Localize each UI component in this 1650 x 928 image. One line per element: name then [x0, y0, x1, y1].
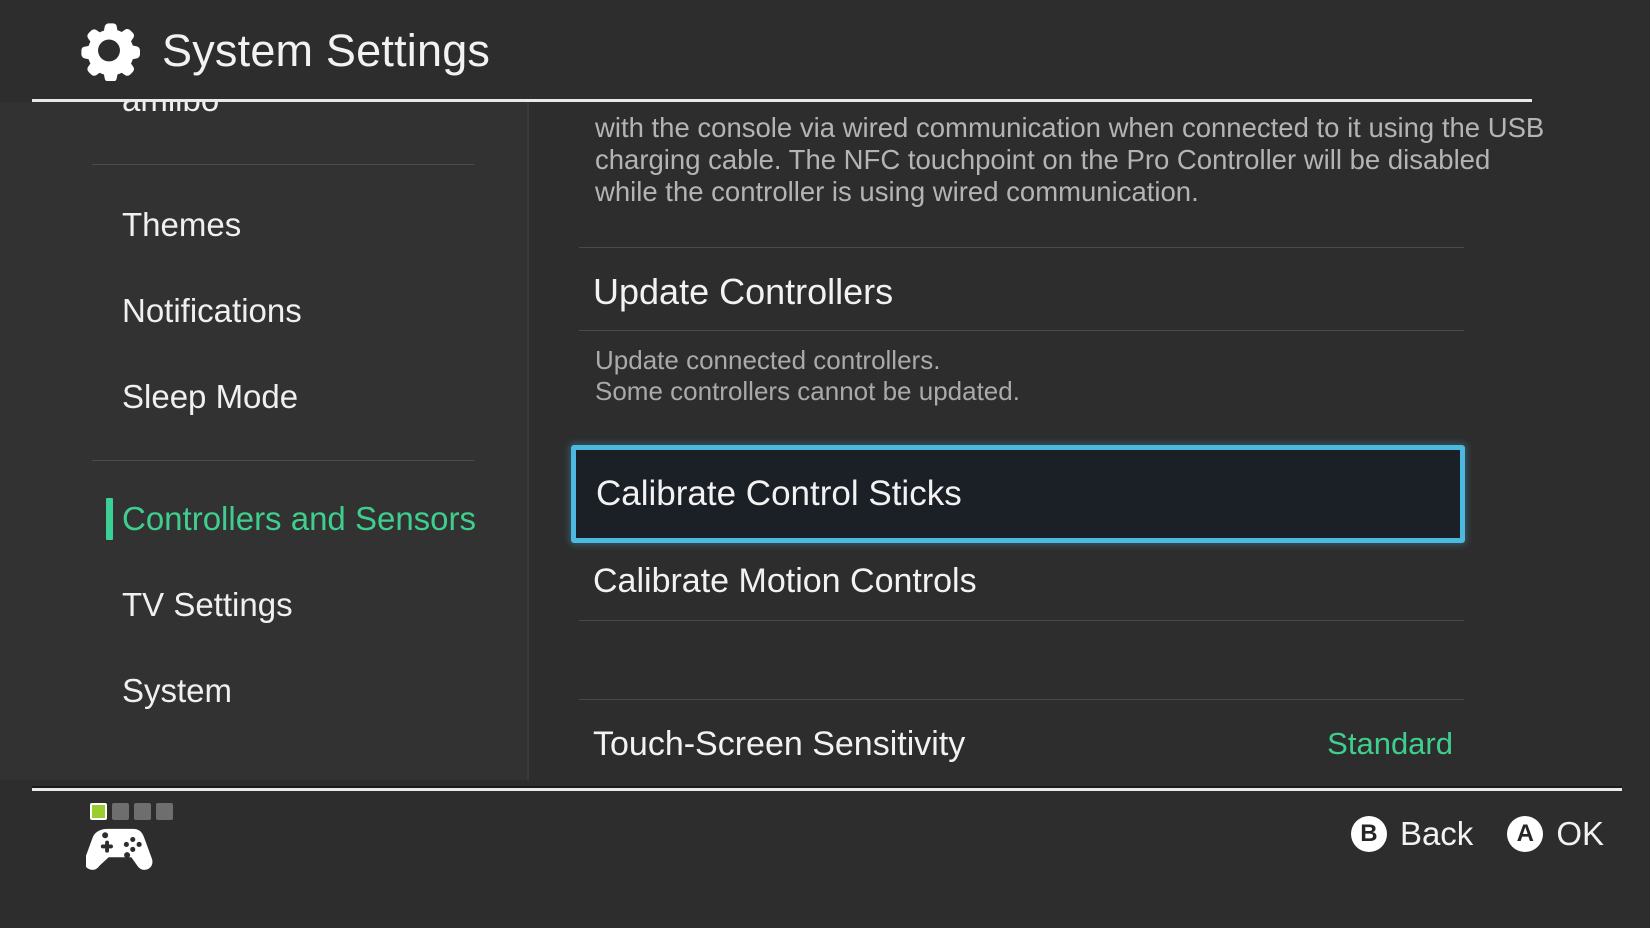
- settings-content-panel: with the console via wired communication…: [529, 102, 1650, 780]
- sidebar-item-label: System: [122, 672, 233, 709]
- content-divider-4: [579, 699, 1464, 700]
- sidebar-divider-1: [92, 164, 474, 165]
- update-controllers-sub-line-2: Some controllers cannot be updated.: [595, 376, 1020, 406]
- content-scrollbar-track[interactable]: [1628, 272, 1632, 742]
- back-button[interactable]: B Back: [1350, 815, 1474, 853]
- sidebar-item-amiibo[interactable]: amiibo: [0, 102, 527, 129]
- content-divider-2: [579, 330, 1464, 331]
- calibrate-control-sticks-label: Calibrate Control Sticks: [596, 474, 962, 513]
- controller-icon[interactable]: [86, 824, 154, 872]
- calibrate-motion-controls-row[interactable]: Calibrate Motion Controls: [579, 546, 1469, 616]
- sidebar-item-sleep-mode[interactable]: Sleep Mode: [0, 368, 527, 426]
- settings-sidebar[interactable]: amiibo Themes Notifications Sleep Mode C…: [0, 102, 527, 780]
- sidebar-selection-indicator: [106, 498, 113, 540]
- touch-screen-sensitivity-row[interactable]: Touch-Screen Sensitivity Standard: [579, 709, 1469, 779]
- system-settings-screen: System Settings amiibo Themes Notificati…: [0, 0, 1650, 928]
- player-slot-1: [90, 803, 107, 820]
- back-button-label: Back: [1399, 815, 1474, 852]
- sidebar-item-label: amiibo: [122, 102, 219, 119]
- sidebar-item-tv-settings[interactable]: TV Settings: [0, 576, 527, 634]
- page-title: System Settings: [162, 24, 491, 76]
- b-button-icon: B: [1350, 816, 1387, 852]
- sidebar-item-controllers-and-sensors[interactable]: Controllers and Sensors: [0, 490, 527, 548]
- calibrate-control-sticks-row[interactable]: Calibrate Control Sticks: [571, 445, 1465, 543]
- wired-communication-description: with the console via wired communication…: [595, 112, 1545, 208]
- sidebar-item-label: Themes: [122, 206, 242, 243]
- sidebar-item-label: TV Settings: [122, 586, 293, 623]
- sidebar-item-label: Sleep Mode: [122, 378, 299, 415]
- player-slot-4: [156, 803, 173, 820]
- content-divider-3: [579, 620, 1464, 621]
- ok-button-label: OK: [1556, 815, 1604, 852]
- description-line-1: with the console via wired communication…: [595, 112, 1545, 143]
- touch-screen-sensitivity-label: Touch-Screen Sensitivity: [593, 724, 966, 763]
- description-line-3: while the controller is using wired comm…: [595, 176, 1199, 207]
- update-controllers-description: Update connected controllers. Some contr…: [595, 345, 1020, 407]
- footer-bar: B Back A OK: [0, 791, 1650, 928]
- calibrate-motion-controls-label: Calibrate Motion Controls: [593, 561, 977, 600]
- player-slot-2: [112, 803, 129, 820]
- sidebar-item-label: Controllers and Sensors: [122, 500, 477, 537]
- player-slot-3: [134, 803, 151, 820]
- a-button-icon: A: [1507, 816, 1544, 852]
- update-controllers-heading[interactable]: Update Controllers: [593, 274, 893, 310]
- update-controllers-sub-line-1: Update connected controllers.: [595, 345, 941, 375]
- sidebar-item-label: Notifications: [122, 292, 302, 329]
- content-divider-1: [579, 247, 1464, 248]
- touch-screen-sensitivity-value: Standard: [1327, 726, 1453, 761]
- header-bar: System Settings: [0, 0, 1650, 100]
- player-slot-pips: [90, 803, 202, 820]
- ok-button[interactable]: A OK: [1507, 815, 1604, 853]
- sidebar-item-themes[interactable]: Themes: [0, 196, 527, 254]
- sidebar-item-notifications[interactable]: Notifications: [0, 282, 527, 340]
- sidebar-item-system[interactable]: System: [0, 662, 527, 720]
- footer-actions: B Back A OK: [1350, 815, 1604, 853]
- gear-icon: [81, 23, 140, 81]
- sidebar-divider-2: [92, 460, 474, 461]
- description-line-2: charging cable. The NFC touchpoint on th…: [595, 144, 1491, 175]
- player-indicator: [82, 803, 202, 872]
